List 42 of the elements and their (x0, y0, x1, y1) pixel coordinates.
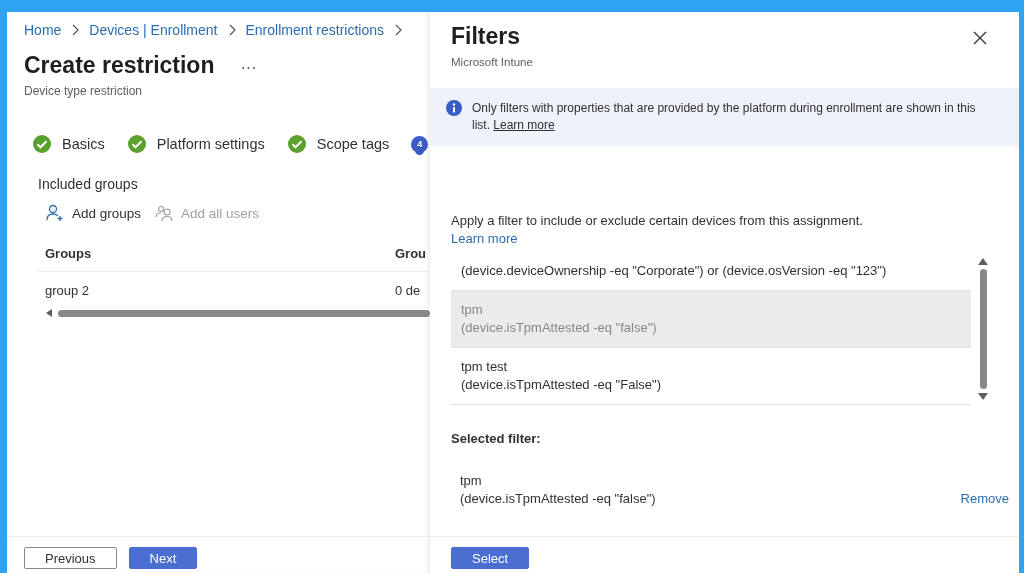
learn-more-link[interactable]: Learn more (493, 118, 555, 132)
check-circle-icon (286, 134, 307, 154)
previous-button[interactable]: Previous (24, 547, 117, 569)
step-number[interactable]: 4 (411, 135, 429, 153)
add-groups-button[interactable]: Add groups (46, 204, 142, 222)
check-circle-icon (32, 134, 52, 154)
info-text: Only filters with properties that are provided by the platform during enrollment are shown in this list. Learn more (472, 100, 977, 134)
table-cell-text: 0 de (394, 282, 422, 300)
person-add-icon (46, 204, 64, 222)
more-options[interactable]: ··· (240, 59, 257, 77)
select-button[interactable]: Select (451, 547, 530, 569)
panel-subtitle: Microsoft Intune (451, 56, 534, 68)
check-circle-icon (126, 134, 147, 154)
selected-filter: tpm (device.isTpmAttested -eq "false") (460, 472, 657, 508)
description-text: Apply a filter to include or exclude certain devices from this assignment. (451, 213, 863, 228)
step-label[interactable]: Platform settings (156, 136, 265, 152)
filter-item[interactable]: tpm test (device.isTpmAttested -eq "False") (451, 348, 971, 405)
info-icon (446, 100, 462, 116)
learn-more-link[interactable]: Learn more (451, 230, 518, 248)
scroll-down-icon[interactable] (978, 393, 988, 400)
section-title: Included groups (38, 176, 139, 192)
chevron-right-icon (227, 24, 236, 36)
chevron-right-icon (71, 24, 80, 36)
breadcrumb-link[interactable]: Home (24, 22, 62, 38)
breadcrumb-link[interactable]: Enrollment restrictions (245, 22, 384, 38)
page-subtitle: Device type restriction (24, 84, 144, 98)
scrollbar-thumb[interactable] (979, 269, 987, 389)
panel-title: Filters (451, 23, 521, 50)
remove-link[interactable]: Remove (960, 490, 1009, 508)
selected-filter-heading: Selected filter: (451, 431, 542, 446)
step-label[interactable]: Scope tags (316, 136, 390, 152)
next-button[interactable]: Next (128, 547, 198, 569)
scrollbar-thumb[interactable] (58, 309, 430, 317)
page-title: Create restriction (24, 52, 215, 79)
scroll-up-icon[interactable] (978, 258, 988, 265)
people-icon (155, 204, 174, 222)
column-header[interactable]: Groups (38, 236, 388, 272)
step-label[interactable]: Basics (62, 136, 105, 152)
breadcrumb-link[interactable]: Devices | Enrollment (89, 22, 218, 38)
scroll-left-icon[interactable] (46, 309, 52, 317)
table-cell-text: group 2 (44, 282, 91, 300)
chevron-right-icon (394, 24, 402, 36)
